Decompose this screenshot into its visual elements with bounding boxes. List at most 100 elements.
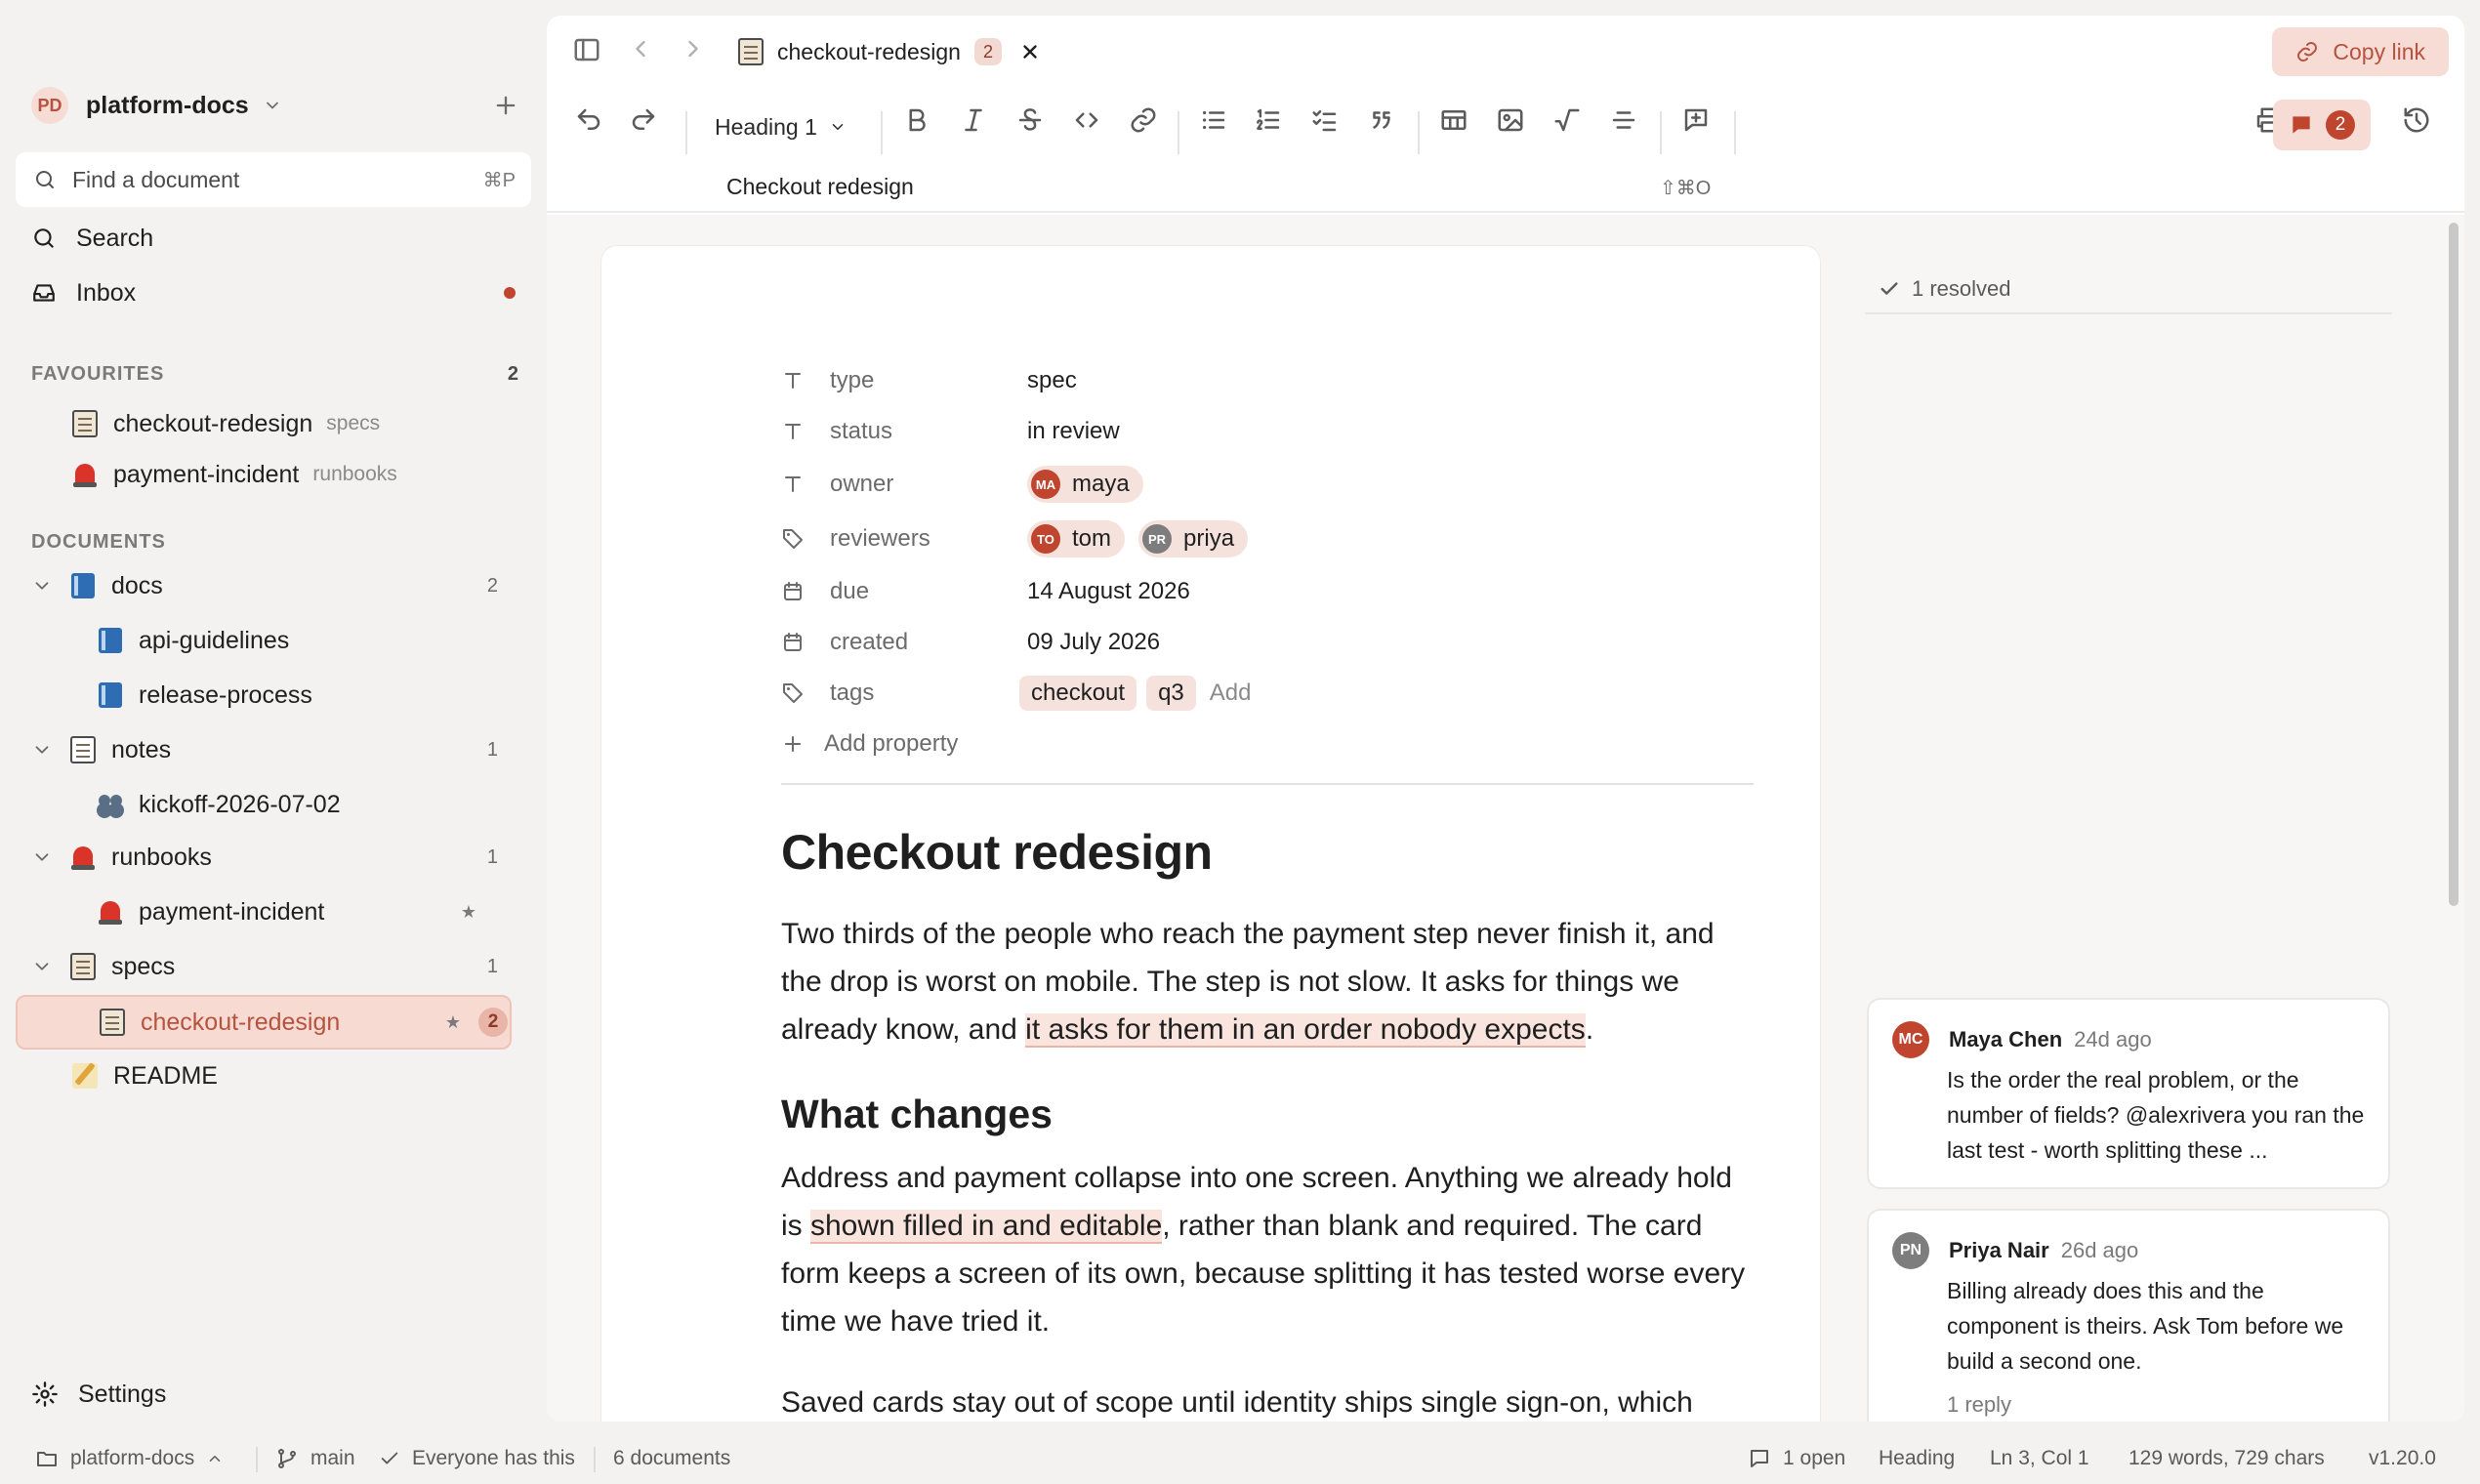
favourite-star-icon[interactable]: ★ (461, 902, 476, 923)
math-icon[interactable] (1552, 105, 1582, 135)
person-chip-priya[interactable]: PR priya (1138, 520, 1249, 557)
commented-text-highlight[interactable]: shown filled in and editable (810, 1210, 1163, 1244)
commented-text-highlight[interactable]: it asks for them in an order nobody expe… (1025, 1013, 1586, 1048)
property-value[interactable]: spec (1027, 367, 1077, 394)
avatar: MC (1892, 1021, 1929, 1058)
property-owner[interactable]: owner MA maya (781, 465, 1157, 504)
comment-count-badge: 2 (2326, 110, 2355, 140)
property-value[interactable]: 09 July 2026 (1027, 629, 1160, 656)
comment-author: Maya Chen (1949, 1027, 2063, 1051)
section-heading[interactable]: What changes (781, 1092, 1053, 1137)
property-type[interactable]: type spec (781, 361, 1077, 400)
quote-icon[interactable] (1367, 105, 1396, 135)
tree-folder-docs[interactable]: docs 2 (31, 560, 498, 611)
status-workspace[interactable]: platform-docs (35, 1447, 224, 1470)
redo-icon[interactable] (629, 105, 658, 135)
forward-arrow-icon[interactable] (680, 35, 707, 62)
tree-folder-specs[interactable]: specs 1 (31, 941, 498, 992)
favourite-item-checkout-redesign[interactable]: checkout-redesign specs (70, 398, 519, 449)
nav-inbox[interactable]: Inbox (31, 271, 519, 314)
inbox-icon (31, 280, 57, 306)
history-icon[interactable] (2402, 105, 2431, 135)
person-chip-tom[interactable]: TO tom (1027, 520, 1126, 557)
tree-item-payment-incident[interactable]: payment-incident ★ (96, 886, 476, 937)
tree-item-checkout-redesign-selected[interactable]: checkout-redesign ★ 2 (16, 995, 512, 1050)
paragraph-2[interactable]: Address and payment collapse into one sc… (781, 1154, 1757, 1345)
tab-checkout-redesign[interactable]: checkout-redesign 2 (738, 31, 1041, 72)
add-comment-icon[interactable] (1681, 105, 1711, 135)
tag-icon (781, 681, 808, 705)
add-tag-button[interactable]: Add (1210, 680, 1252, 707)
status-open-comments-label: 1 open (1783, 1447, 1846, 1469)
settings-button[interactable]: Settings (31, 1373, 166, 1416)
outline-heading[interactable]: Checkout redesign (726, 174, 914, 200)
status-visibility[interactable]: Everyone has this (379, 1447, 575, 1470)
favourites-heading: FAVOURITES (31, 363, 165, 385)
chevron-down-icon[interactable] (31, 575, 55, 597)
tag-chip[interactable]: checkout (1019, 676, 1137, 711)
chevron-down-icon[interactable] (31, 846, 55, 868)
paragraph-3[interactable]: Saved cards stay out of scope until iden… (781, 1379, 1757, 1422)
inline-code-icon[interactable] (1072, 105, 1101, 135)
status-block-type-label: Heading (1879, 1447, 1956, 1469)
undo-icon[interactable] (574, 105, 603, 135)
person-chip-maya[interactable]: MA maya (1027, 466, 1143, 503)
status-branch[interactable]: main (275, 1447, 355, 1470)
numbered-list-icon[interactable] (1254, 105, 1283, 135)
tree-folder-notes[interactable]: notes 1 (31, 724, 498, 775)
new-document-plus-icon[interactable] (492, 92, 519, 119)
favourite-star-icon[interactable]: ★ (445, 1012, 461, 1033)
tree-item-checkout-redesign: checkout-redesign ★ 2 (98, 997, 508, 1048)
image-icon[interactable] (1496, 105, 1525, 135)
resolved-comments-toggle[interactable]: 1 resolved (1865, 266, 2392, 314)
table-icon[interactable] (1439, 105, 1468, 135)
bold-icon[interactable] (902, 105, 931, 135)
nav-search[interactable]: Search (31, 217, 519, 260)
toggle-sidebar-icon[interactable] (572, 35, 601, 64)
divider-icon[interactable] (1609, 105, 1638, 135)
bullet-list-icon[interactable] (1199, 105, 1228, 135)
tag-chip[interactable]: q3 (1146, 676, 1196, 711)
documents-heading: DOCUMENTS (31, 531, 166, 553)
property-value[interactable]: in review (1027, 418, 1120, 445)
chevron-down-icon[interactable] (31, 739, 55, 761)
favourite-item-payment-incident[interactable]: payment-incident runbooks (70, 449, 519, 500)
paragraph-1[interactable]: Two thirds of the people who reach the p… (781, 910, 1757, 1053)
block-type-select[interactable]: Heading 1 (715, 107, 847, 146)
tree-item-release-process[interactable]: release-process (96, 670, 498, 721)
find-document-input[interactable]: Find a document ⌘P (16, 152, 531, 207)
link-icon[interactable] (1129, 105, 1158, 135)
italic-icon[interactable] (959, 105, 988, 135)
status-cursor[interactable]: Ln 3, Col 1 (1990, 1447, 2089, 1470)
tree-item-api-guidelines[interactable]: api-guidelines (96, 615, 498, 666)
property-status[interactable]: status in review (781, 412, 1120, 451)
tree-item-kickoff[interactable]: kickoff-2026-07-02 (96, 779, 498, 830)
find-shortcut: ⌘P (482, 169, 516, 191)
property-due[interactable]: due 14 August 2026 (781, 572, 1190, 611)
tree-item-readme[interactable]: README (70, 1051, 498, 1101)
scrollbar[interactable] (2449, 223, 2459, 906)
reply-count-link[interactable]: 1 reply (1947, 1392, 2011, 1418)
copy-link-button[interactable]: Copy link (2272, 27, 2449, 76)
add-property-button[interactable]: Add property (781, 724, 958, 763)
comment-thread[interactable]: MC Maya Chen 24d ago Is the order the re… (1867, 998, 2390, 1189)
property-created[interactable]: created 09 July 2026 (781, 623, 1160, 662)
property-reviewers[interactable]: reviewers TO tom PR priya (781, 519, 1261, 558)
back-arrow-icon[interactable] (627, 35, 654, 62)
tree-folder-runbooks[interactable]: runbooks 1 (31, 832, 498, 883)
sidebar: PD platform-docs Find a document ⌘P Sear… (0, 0, 547, 1425)
chevron-down-icon[interactable] (31, 956, 55, 977)
document-title-heading[interactable]: Checkout redesign (781, 824, 1213, 881)
property-tags[interactable]: tags checkout q3 Add (781, 674, 1251, 713)
document-page[interactable]: type spec status in review owner MA maya… (601, 246, 1820, 1422)
comments-toggle-button[interactable]: 2 (2273, 100, 2371, 150)
property-value[interactable]: 14 August 2026 (1027, 578, 1190, 605)
status-open-comments[interactable]: 1 open (1748, 1447, 1845, 1470)
close-tab-icon[interactable] (1019, 41, 1041, 62)
comment-thread[interactable]: PN Priya Nair 26d ago Billing already do… (1867, 1209, 2390, 1422)
strikethrough-icon[interactable] (1015, 105, 1045, 135)
notepad-icon (68, 735, 98, 764)
checklist-icon[interactable] (1310, 105, 1340, 135)
workspace-switcher[interactable]: PD platform-docs (31, 86, 519, 125)
nav-inbox-label: Inbox (76, 278, 137, 307)
